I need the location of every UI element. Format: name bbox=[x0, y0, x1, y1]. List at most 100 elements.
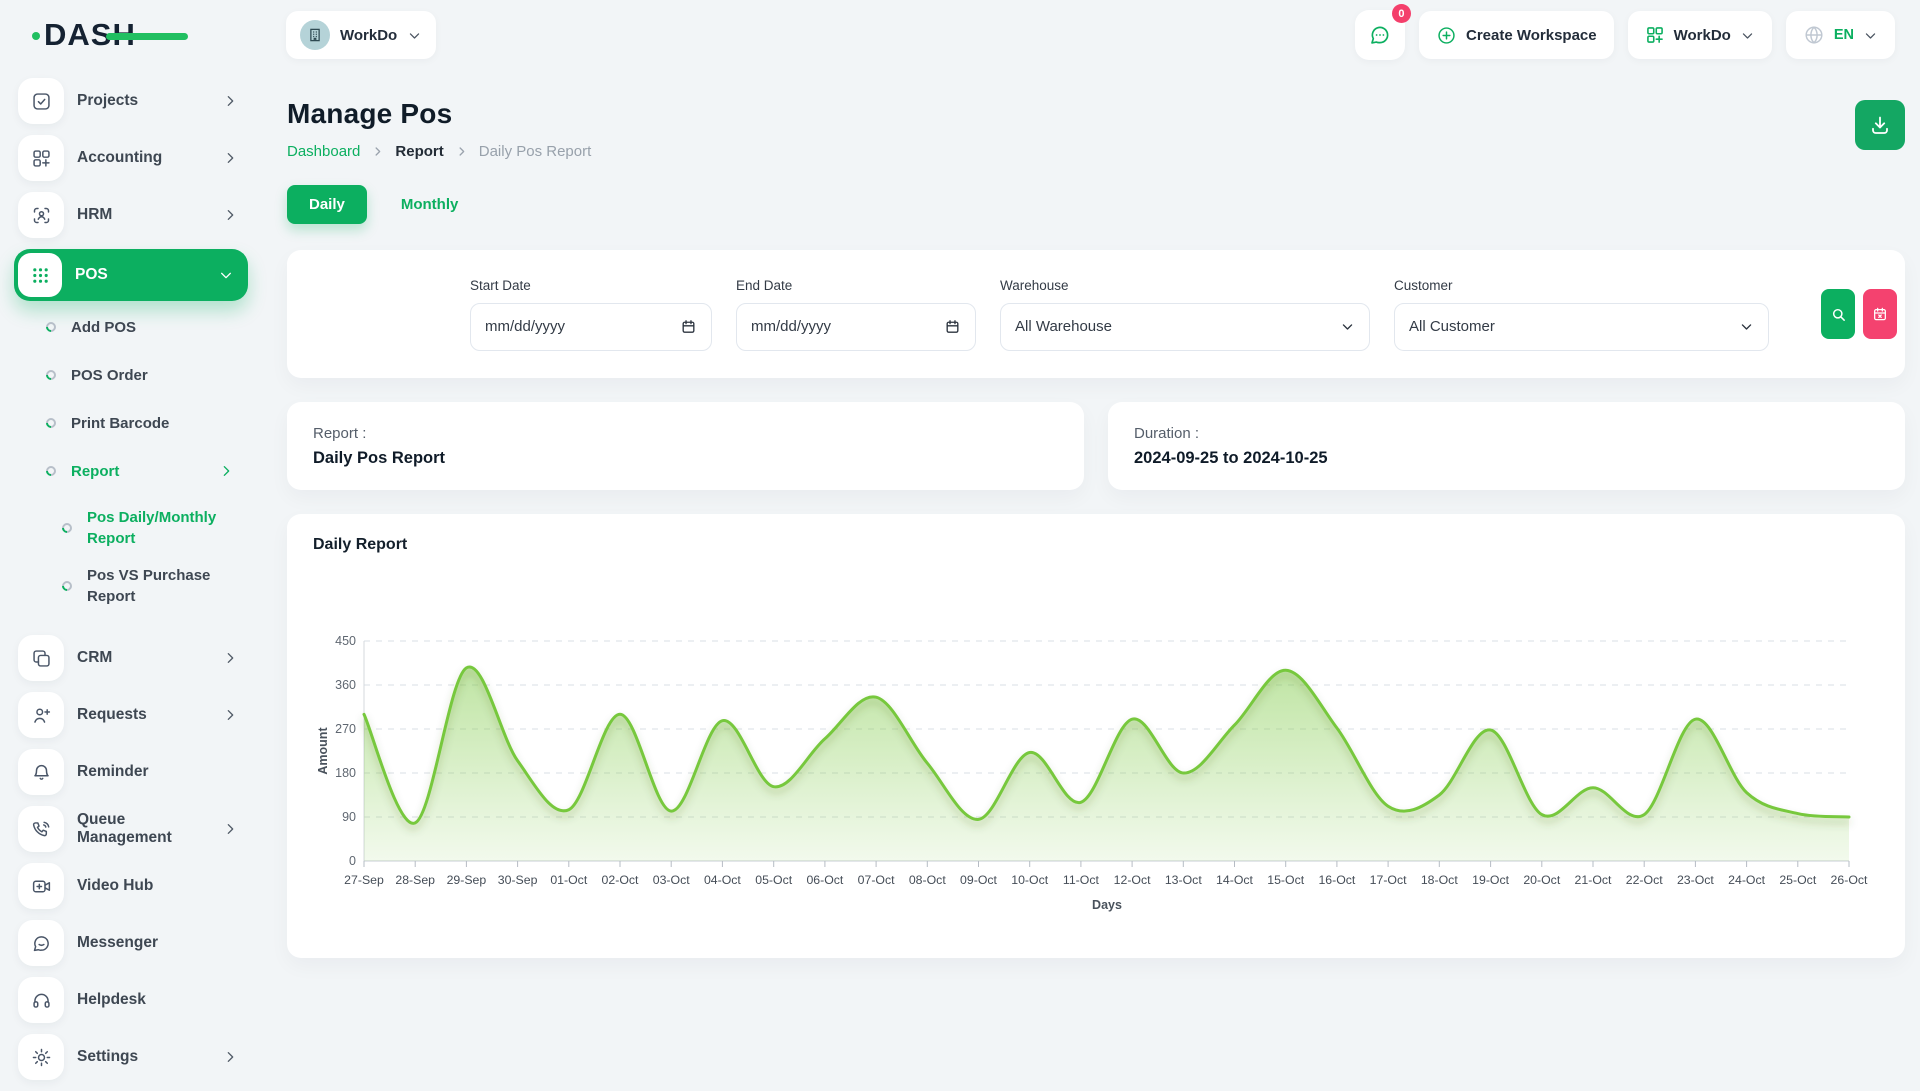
svg-text:90: 90 bbox=[342, 810, 356, 824]
tab-daily[interactable]: Daily bbox=[287, 185, 367, 224]
chevron-right-icon bbox=[222, 1049, 238, 1065]
sidebar-item-video-hub[interactable]: Video Hub bbox=[18, 863, 248, 909]
duration-label: Duration : bbox=[1134, 425, 1879, 442]
end-date-input[interactable]: mm/dd/yyyy bbox=[736, 303, 976, 351]
warehouse-selected-value: All Warehouse bbox=[1015, 318, 1112, 335]
customer-label: Customer bbox=[1394, 278, 1769, 293]
bullet-icon bbox=[60, 521, 74, 535]
customer-select[interactable]: All Customer bbox=[1394, 303, 1769, 351]
app-logo: DASH bbox=[44, 17, 194, 53]
svg-text:06-Oct: 06-Oct bbox=[806, 873, 843, 887]
workspace-name: WorkDo bbox=[340, 27, 397, 44]
chevron-right-icon bbox=[222, 207, 238, 223]
sidebar-subitem-pos-vs-purchase-report[interactable]: Pos VS Purchase Report bbox=[62, 565, 248, 607]
end-date-label: End Date bbox=[736, 278, 976, 293]
chevron-down-icon bbox=[218, 267, 234, 283]
svg-text:27-Sep: 27-Sep bbox=[344, 873, 384, 887]
sidebar-item-pos[interactable]: POS bbox=[14, 249, 248, 301]
category-icon bbox=[18, 135, 64, 181]
language-dropdown[interactable]: EN bbox=[1786, 11, 1895, 59]
svg-text:15-Oct: 15-Oct bbox=[1267, 873, 1304, 887]
calendar-icon[interactable] bbox=[944, 318, 961, 335]
chevron-right-icon bbox=[371, 145, 384, 158]
svg-text:10-Oct: 10-Oct bbox=[1011, 873, 1048, 887]
duration-summary-card: Duration : 2024-09-25 to 2024-10-25 bbox=[1108, 402, 1905, 490]
breadcrumb-dashboard-link[interactable]: Dashboard bbox=[287, 143, 360, 160]
svg-text:02-Oct: 02-Oct bbox=[602, 873, 639, 887]
grid-plus-icon bbox=[1645, 25, 1665, 45]
copy-icon bbox=[18, 635, 64, 681]
apply-filter-button[interactable] bbox=[1821, 289, 1855, 339]
sidebar-subitem-label: Report bbox=[71, 463, 119, 480]
grid-dots-icon bbox=[18, 253, 62, 297]
chevron-down-icon bbox=[407, 28, 422, 43]
svg-text:29-Sep: 29-Sep bbox=[447, 873, 487, 887]
globe-icon bbox=[1803, 24, 1825, 46]
sidebar-item-helpdesk[interactable]: Helpdesk bbox=[18, 977, 248, 1023]
sidebar-item-projects[interactable]: Projects bbox=[18, 78, 248, 124]
chevron-right-icon bbox=[222, 93, 238, 109]
create-workspace-button[interactable]: Create Workspace bbox=[1419, 11, 1614, 59]
chart-title: Daily Report bbox=[313, 536, 1879, 554]
tab-monthly[interactable]: Monthly bbox=[379, 185, 481, 224]
warehouse-select[interactable]: All Warehouse bbox=[1000, 303, 1370, 351]
sidebar-item-crm[interactable]: CRM bbox=[18, 635, 248, 681]
warehouse-field: Warehouse All Warehouse bbox=[1000, 278, 1370, 351]
bullet-icon bbox=[44, 416, 58, 430]
report-value: Daily Pos Report bbox=[313, 449, 1058, 468]
sidebar-subitem-label: POS Order bbox=[71, 367, 148, 384]
svg-text:28-Sep: 28-Sep bbox=[395, 873, 435, 887]
sidebar-subitem-label: Pos Daily/Monthly Report bbox=[87, 507, 219, 549]
start-date-field: Start Date mm/dd/yyyy bbox=[470, 278, 712, 351]
calendar-reset-icon bbox=[1872, 306, 1888, 322]
bullet-icon bbox=[60, 579, 74, 593]
svg-text:11-Oct: 11-Oct bbox=[1063, 873, 1100, 887]
svg-text:05-Oct: 05-Oct bbox=[755, 873, 792, 887]
sidebar-subitem-print-barcode[interactable]: Print Barcode bbox=[46, 411, 248, 435]
chevron-right-icon bbox=[222, 650, 238, 666]
sidebar-subitem-pos-daily-monthly-report[interactable]: Pos Daily/Monthly Report bbox=[62, 507, 248, 549]
sidebar-item-accounting[interactable]: Accounting bbox=[18, 135, 248, 181]
app-switcher-dropdown[interactable]: WorkDo bbox=[1628, 11, 1772, 59]
sidebar-item-reminder[interactable]: Reminder bbox=[18, 749, 248, 795]
sidebar-subitem-pos-order[interactable]: POS Order bbox=[46, 363, 248, 387]
reset-filter-button[interactable] bbox=[1863, 289, 1897, 339]
svg-text:17-Oct: 17-Oct bbox=[1370, 873, 1407, 887]
logo-accent-bar bbox=[106, 33, 188, 40]
sidebar-item-requests[interactable]: Requests bbox=[18, 692, 248, 738]
sidebar-subitem-report[interactable]: Report bbox=[46, 459, 248, 483]
svg-text:180: 180 bbox=[335, 766, 356, 780]
sidebar-nav: Projects Accounting HRM POS Add POS POS Order… bbox=[0, 64, 260, 1091]
sidebar-item-label: Accounting bbox=[77, 149, 162, 167]
sidebar-item-settings[interactable]: Settings bbox=[18, 1034, 248, 1080]
download-icon bbox=[1868, 113, 1892, 137]
workspace-switcher[interactable]: WorkDo bbox=[286, 11, 436, 59]
sidebar-item-label: Queue Management bbox=[77, 811, 209, 847]
chevron-down-icon bbox=[1340, 319, 1355, 334]
calendar-icon[interactable] bbox=[680, 318, 697, 335]
user-scan-icon bbox=[18, 192, 64, 238]
customer-selected-value: All Customer bbox=[1409, 318, 1495, 335]
svg-text:25-Oct: 25-Oct bbox=[1779, 873, 1816, 887]
breadcrumb-report-link[interactable]: Report bbox=[395, 143, 443, 160]
header-actions: 0 Create Workspace WorkDo EN bbox=[1355, 10, 1895, 60]
svg-text:08-Oct: 08-Oct bbox=[909, 873, 946, 887]
chevron-down-icon bbox=[1740, 28, 1755, 43]
sidebar-item-queue-management[interactable]: Queue Management bbox=[18, 806, 248, 852]
gear-icon bbox=[18, 1034, 64, 1080]
daily-report-card: Daily Report 09018027036045027-Sep28-Sep… bbox=[287, 514, 1905, 958]
sidebar-item-label: Settings bbox=[77, 1048, 138, 1066]
search-icon bbox=[1830, 306, 1847, 323]
report-mode-tabs: Daily Monthly bbox=[287, 185, 1905, 224]
messages-button[interactable]: 0 bbox=[1355, 10, 1405, 60]
download-report-button[interactable] bbox=[1855, 100, 1905, 150]
sidebar-item-label: CRM bbox=[77, 649, 112, 667]
svg-text:09-Oct: 09-Oct bbox=[960, 873, 997, 887]
svg-text:450: 450 bbox=[335, 634, 356, 648]
report-summary-card: Report : Daily Pos Report bbox=[287, 402, 1084, 490]
start-date-input[interactable]: mm/dd/yyyy bbox=[470, 303, 712, 351]
sidebar-item-hrm[interactable]: HRM bbox=[18, 192, 248, 238]
sidebar-subitem-add-pos[interactable]: Add POS bbox=[46, 315, 248, 339]
sidebar-item-messenger[interactable]: Messenger bbox=[18, 920, 248, 966]
svg-text:24-Oct: 24-Oct bbox=[1728, 873, 1765, 887]
